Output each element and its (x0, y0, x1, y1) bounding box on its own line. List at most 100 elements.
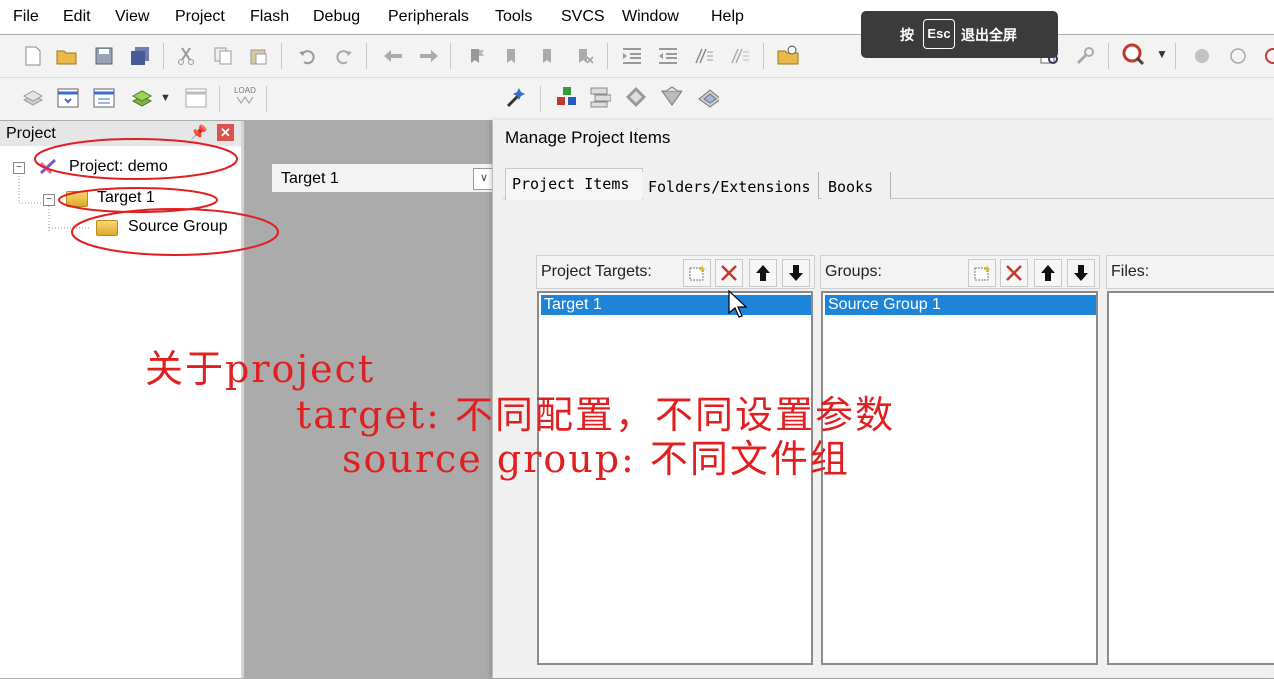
bookmark-clear-icon[interactable] (574, 45, 596, 67)
bookmark-prev-icon[interactable] (502, 45, 524, 67)
tab-books[interactable]: Books (822, 172, 891, 199)
toolbar-separator (266, 86, 267, 112)
groups-label: Groups: (825, 263, 882, 280)
run-time-environment-icon[interactable] (697, 86, 719, 108)
menu-project[interactable]: Project (175, 8, 225, 26)
save-icon[interactable] (93, 45, 115, 67)
chevron-down-icon[interactable]: ▼ (1156, 47, 1168, 61)
menu-file[interactable]: File (13, 8, 39, 26)
debug-session-icon[interactable] (1122, 43, 1144, 66)
targets-label: Project Targets: (541, 263, 652, 280)
select-software-packs-icon[interactable] (660, 86, 682, 108)
tree-item-project[interactable]: Project: demo (69, 158, 168, 176)
tab-project-items[interactable]: Project Items (505, 168, 643, 200)
bookmark-next-icon[interactable] (538, 45, 560, 67)
collapse-target-icon[interactable]: − (43, 194, 55, 206)
mouse-cursor-icon (728, 290, 748, 318)
redo-icon[interactable] (333, 45, 355, 67)
move-target-down-icon[interactable] (782, 259, 810, 287)
pack-installer-icon[interactable] (624, 86, 646, 108)
files-list[interactable] (1107, 291, 1274, 665)
toolbar-separator (763, 43, 764, 69)
navigate-forward-icon[interactable] (418, 45, 440, 67)
tree-item-source-group[interactable]: Source Group (128, 218, 228, 236)
toolbar-separator (540, 86, 541, 112)
indent-icon[interactable] (621, 45, 643, 67)
translate-icon[interactable] (22, 87, 44, 109)
new-target-icon[interactable] (683, 259, 711, 287)
target-select[interactable]: Target 1 ∨ (272, 164, 496, 192)
list-item-target[interactable]: Target 1 (541, 295, 811, 315)
menu-debug[interactable]: Debug (313, 8, 360, 26)
tree-item-target[interactable]: Target 1 (97, 189, 155, 207)
new-file-icon[interactable] (22, 45, 44, 67)
move-group-up-icon[interactable] (1034, 259, 1062, 287)
wrench-icon[interactable] (1074, 45, 1096, 67)
cut-icon[interactable] (175, 45, 197, 67)
batch-build-icon[interactable] (131, 87, 153, 109)
manage-environment-icon[interactable] (589, 86, 611, 108)
menu-edit[interactable]: Edit (63, 8, 91, 26)
tab-folders-extensions[interactable]: Folders/Extensions (642, 172, 819, 199)
fullscreen-exit-hint: 按 Esc 退出全屏 (861, 11, 1058, 58)
project-icon (39, 158, 57, 175)
dialog-title: Manage Project Items (505, 128, 671, 147)
navigate-back-icon[interactable] (382, 45, 404, 67)
stop-build-icon[interactable] (185, 87, 207, 109)
close-icon[interactable]: ✕ (217, 124, 234, 141)
hint-press-text: 按 (900, 27, 914, 43)
copy-icon[interactable] (212, 45, 234, 67)
chevron-down-icon[interactable]: ▼ (160, 92, 171, 104)
target-select-value: Target 1 (281, 170, 339, 187)
unindent-icon[interactable] (657, 45, 679, 67)
menu-help[interactable]: Help (711, 8, 744, 26)
groups-list[interactable]: Source Group 1 (821, 291, 1098, 665)
find-in-files-icon[interactable] (777, 44, 799, 66)
kill-breakpoints-icon[interactable] (1260, 45, 1274, 67)
panel-title: Project (6, 125, 56, 142)
move-group-down-icon[interactable] (1067, 259, 1095, 287)
project-panel-header: Project 📌 ✕ (0, 121, 241, 146)
tab-label: Project Items (512, 175, 630, 193)
paste-icon[interactable] (247, 45, 269, 67)
toolbar-separator (450, 43, 451, 69)
pin-icon[interactable]: 📌 (190, 124, 207, 141)
undo-icon[interactable] (296, 45, 318, 67)
esc-key-badge[interactable]: Esc (923, 19, 955, 49)
target-options-icon[interactable] (505, 86, 527, 108)
collapse-project-icon[interactable]: − (13, 162, 25, 174)
main-toolbar: ▼ (0, 35, 1274, 107)
project-panel: Project 📌 ✕ − Project: demo − Target 1 S… (0, 121, 244, 678)
list-item-group[interactable]: Source Group 1 (825, 295, 1096, 315)
target-folder-icon (66, 191, 88, 207)
rebuild-icon[interactable] (93, 87, 115, 109)
bookmark-icon[interactable] (466, 45, 488, 67)
save-all-icon[interactable] (129, 45, 151, 67)
menu-view[interactable]: View (115, 8, 149, 26)
comment-icon[interactable] (693, 45, 715, 67)
build-icon[interactable] (57, 87, 79, 109)
toolbar-separator (1175, 43, 1176, 69)
toolbar-separator (163, 43, 164, 69)
menu-peripherals[interactable]: Peripherals (388, 8, 469, 26)
group-folder-icon (96, 220, 118, 236)
uncomment-icon[interactable] (729, 45, 751, 67)
breakpoint-disable-icon[interactable] (1227, 45, 1249, 67)
open-folder-icon[interactable] (56, 45, 78, 67)
delete-target-icon[interactable] (715, 259, 743, 287)
menu-svcs[interactable]: SVCS (561, 8, 605, 26)
hint-action-text: 退出全屏 (961, 27, 1017, 43)
load-download-icon[interactable]: LOAD (232, 86, 258, 112)
toolbar-separator (366, 43, 367, 69)
new-group-icon[interactable] (968, 259, 996, 287)
manage-project-items-icon[interactable] (555, 86, 577, 108)
breakpoint-icon[interactable] (1191, 45, 1213, 67)
menu-bar: File Edit View Project Flash Debug Perip… (0, 0, 1274, 34)
toolbar-separator (607, 43, 608, 69)
annotation-source-group: source group: 不同文件组 (342, 437, 850, 481)
delete-group-icon[interactable] (1000, 259, 1028, 287)
menu-tools[interactable]: Tools (495, 8, 532, 26)
move-target-up-icon[interactable] (749, 259, 777, 287)
menu-window[interactable]: Window (622, 8, 679, 26)
menu-flash[interactable]: Flash (250, 8, 289, 26)
